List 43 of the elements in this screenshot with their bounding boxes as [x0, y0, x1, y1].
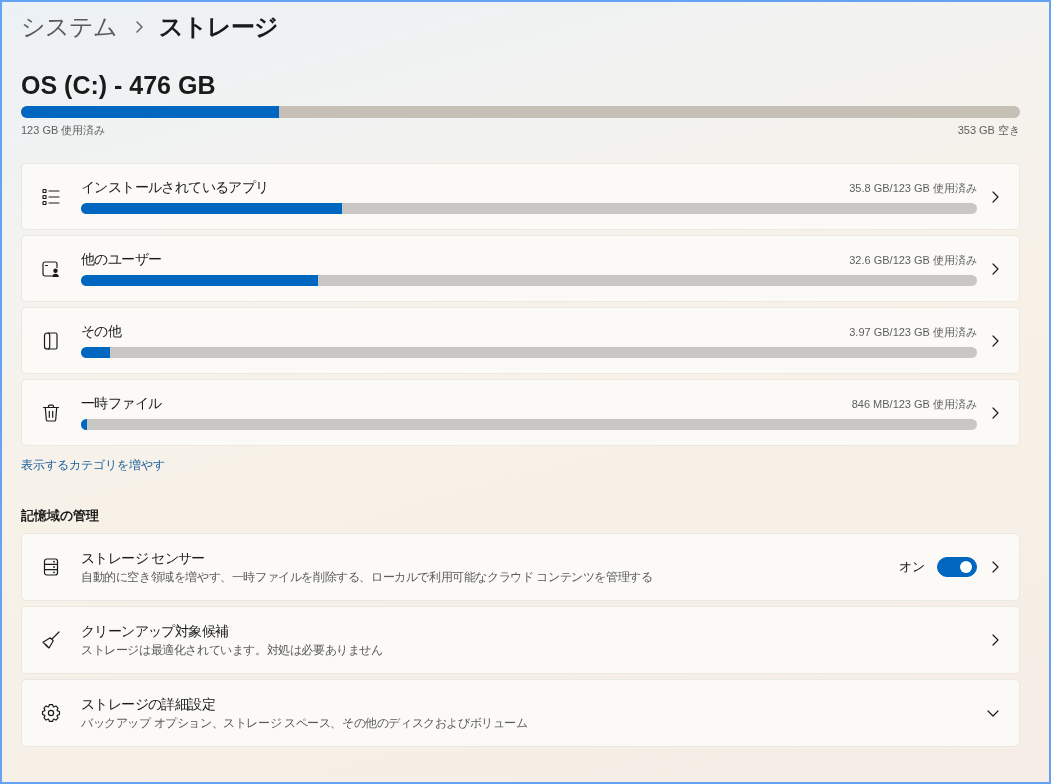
category-usage: 3.97 GB/123 GB 使用済み: [849, 325, 977, 340]
breadcrumb-link[interactable]: システム: [21, 9, 117, 45]
setting-description: ストレージは最適化されています。対処は必要ありません: [81, 641, 383, 658]
free-space-label: 353 GB 空き: [957, 123, 1020, 138]
chevron-right-icon: [991, 334, 999, 347]
storage-category-card[interactable]: 他のユーザー 32.6 GB/123 GB 使用済み: [21, 235, 1020, 302]
user-folder-icon: [40, 258, 62, 279]
chevron-down-icon: [987, 709, 999, 717]
chevron-right-icon: [991, 406, 999, 419]
toggle-state-label: オン: [899, 558, 925, 577]
show-more-categories-link[interactable]: 表示するカテゴリを増やす: [21, 457, 165, 473]
category-label: インストールされているアプリ: [81, 179, 269, 197]
setting-card[interactable]: ストレージ センサー 自動的に空き領域を増やす、一時ファイルを削除する、ローカルで利用可能なクラウド コンテンツを管理する オン: [21, 533, 1020, 601]
storage-category-card[interactable]: 一時ファイル 846 MB/123 GB 使用済み: [21, 379, 1020, 446]
drive-title: OS (C:) - 476 GB: [21, 70, 216, 101]
used-space-label: 123 GB 使用済み: [21, 123, 106, 138]
category-usage: 32.6 GB/123 GB 使用済み: [849, 253, 977, 268]
setting-card[interactable]: クリーンアップ対象候補 ストレージは最適化されています。対処は必要ありません: [21, 606, 1020, 674]
chevron-right-icon: [991, 190, 999, 203]
category-usage: 35.8 GB/123 GB 使用済み: [849, 181, 977, 196]
list-icon: [40, 186, 62, 207]
chevron-right-icon: [991, 634, 999, 646]
setting-title: ストレージ センサー: [81, 549, 205, 568]
storage-category-card[interactable]: その他 3.97 GB/123 GB 使用済み: [21, 307, 1020, 374]
category-label: 一時ファイル: [81, 395, 162, 413]
toggle-switch[interactable]: [937, 557, 977, 577]
breadcrumb-chevron-icon: [135, 21, 143, 33]
storage-category-card[interactable]: インストールされているアプリ 35.8 GB/123 GB 使用済み: [21, 163, 1020, 230]
setting-card[interactable]: ストレージの詳細設定 バックアップ オプション、ストレージ スペース、その他のディスクおよびボリューム: [21, 679, 1020, 747]
category-usage: 846 MB/123 GB 使用済み: [851, 397, 977, 412]
category-label: その他: [81, 323, 122, 341]
broom-icon: [40, 630, 62, 650]
setting-title: クリーンアップ対象候補: [81, 622, 229, 641]
setting-description: バックアップ オプション、ストレージ スペース、その他のディスクおよびボリューム: [81, 714, 528, 731]
chevron-right-icon: [991, 561, 999, 573]
trash-icon: [40, 402, 62, 423]
page-title: ストレージ: [159, 12, 278, 42]
section-heading: 記憶域の管理: [21, 507, 99, 525]
chevron-right-icon: [991, 262, 999, 275]
settings-gear-icon: [40, 703, 62, 723]
setting-description: 自動的に空き領域を増やす、一時ファイルを削除する、ローカルで利用可能なクラウド コンテンツを管理する: [81, 568, 653, 585]
setting-title: ストレージの詳細設定: [81, 695, 215, 714]
category-label: 他のユーザー: [81, 251, 162, 269]
